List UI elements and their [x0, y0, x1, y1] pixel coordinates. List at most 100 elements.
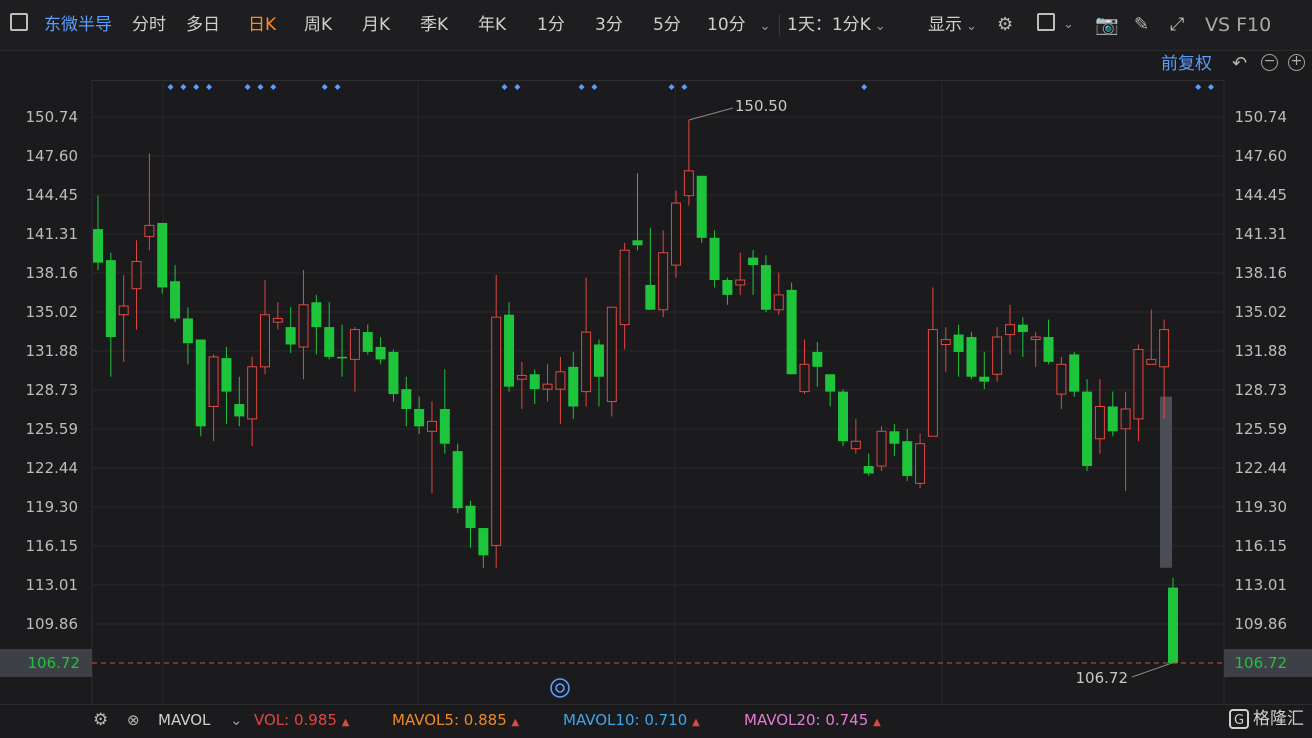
f10-button[interactable]: VS F10	[1205, 0, 1271, 50]
candle-body[interactable]	[426, 420, 437, 432]
undo-icon[interactable]: ↶	[1232, 50, 1247, 78]
candle-body[interactable]	[722, 279, 733, 295]
sidebar-toggle-icon[interactable]	[10, 13, 28, 31]
candle-body[interactable]	[876, 430, 887, 467]
candle-body[interactable]	[902, 441, 913, 476]
stock-name[interactable]: 东微半导	[44, 0, 112, 50]
candle-body[interactable]	[889, 431, 900, 444]
candle-body[interactable]	[311, 302, 322, 328]
chevron-down-icon[interactable]: ⌄	[230, 705, 243, 736]
candle-body[interactable]	[337, 356, 348, 359]
candle-body[interactable]	[1082, 391, 1093, 467]
candle-body[interactable]	[157, 222, 168, 288]
tab-duori[interactable]: 多日	[186, 0, 220, 50]
candle-body[interactable]	[516, 374, 527, 380]
candle-body[interactable]	[915, 443, 926, 484]
candle-body[interactable]	[324, 327, 335, 357]
tab-10min[interactable]: 10分 ⌄	[707, 0, 771, 50]
candle-body[interactable]	[208, 356, 219, 407]
indicator-settings-icon[interactable]: ⚙	[93, 705, 108, 736]
candle-body[interactable]	[105, 260, 116, 338]
candle-body[interactable]	[992, 336, 1003, 375]
adjust-mode-button[interactable]: 前复权	[1161, 52, 1212, 76]
candle-body[interactable]	[1094, 405, 1105, 440]
indicator-name[interactable]: MAVOL	[158, 705, 210, 736]
candle-body[interactable]	[247, 366, 258, 420]
candle-body[interactable]	[799, 363, 810, 393]
candle-body[interactable]	[401, 389, 412, 409]
tab-monthly-k[interactable]: 月K	[362, 0, 390, 50]
candle-body[interactable]	[465, 505, 476, 529]
tab-yearly-k[interactable]: 年K	[478, 0, 506, 50]
candle-body[interactable]	[812, 351, 823, 367]
candle-body[interactable]	[131, 260, 142, 290]
candle-body[interactable]	[452, 451, 463, 509]
candle-body[interactable]	[349, 329, 360, 360]
candle-body[interactable]	[182, 318, 193, 344]
candle-body[interactable]	[375, 346, 386, 360]
candle-body[interactable]	[940, 339, 951, 345]
kline-chart[interactable]: 150.74 150.74 147.60 147.60 144.45 144.45 141.…	[0, 80, 1312, 704]
candle-body[interactable]	[195, 339, 206, 427]
tab-5min[interactable]: 5分	[653, 0, 681, 50]
candle-body[interactable]	[568, 366, 579, 407]
candle-body[interactable]	[491, 316, 502, 546]
zoom-in-icon[interactable]: +	[1288, 54, 1305, 71]
candle-body[interactable]	[1133, 348, 1144, 420]
candle-body[interactable]	[671, 202, 682, 266]
tab-quarterly-k[interactable]: 季K	[420, 0, 448, 50]
candle-body[interactable]	[979, 376, 990, 382]
candle-body[interactable]	[619, 249, 630, 326]
candle-body[interactable]	[953, 334, 964, 352]
candle-body[interactable]	[966, 337, 977, 377]
candle-body[interactable]	[773, 294, 784, 311]
candle-body[interactable]	[850, 440, 861, 450]
candle-body[interactable]	[1146, 358, 1157, 365]
candle-body[interactable]	[581, 331, 592, 393]
candle-body[interactable]	[504, 314, 515, 387]
candle-body[interactable]	[272, 317, 283, 323]
candle-body[interactable]	[259, 314, 270, 368]
candle-body[interactable]	[1004, 324, 1015, 336]
candle-body[interactable]	[593, 344, 604, 377]
pencil-icon[interactable]: ✎	[1134, 0, 1149, 50]
candle-body[interactable]	[1030, 336, 1041, 341]
candle-body[interactable]	[709, 237, 720, 280]
candle-body[interactable]	[735, 279, 746, 286]
candle-body[interactable]	[221, 358, 232, 392]
tab-weekly-k[interactable]: 周K	[304, 0, 332, 50]
candle-body[interactable]	[1107, 406, 1118, 432]
multi-day-selector[interactable]: 1天：1分K ⌄	[787, 0, 886, 50]
candle-body[interactable]	[1159, 329, 1170, 368]
camera-icon[interactable]: 📷	[1095, 0, 1119, 50]
candle-body[interactable]	[1120, 408, 1131, 430]
fullscreen-icon[interactable]: ⤢	[1170, 0, 1184, 50]
candle-body[interactable]	[170, 281, 181, 319]
candle-body[interactable]	[696, 175, 707, 238]
candle-body[interactable]	[1168, 587, 1178, 663]
candle-body[interactable]	[1017, 324, 1028, 333]
candle-body[interactable]	[234, 404, 245, 417]
candle-body[interactable]	[93, 229, 103, 263]
candle-body[interactable]	[285, 327, 296, 345]
candle-body[interactable]	[555, 371, 566, 390]
candle-body[interactable]	[118, 305, 129, 316]
candle-body[interactable]	[606, 306, 617, 403]
zoom-out-icon[interactable]: −	[1261, 54, 1278, 71]
candle-body[interactable]	[144, 224, 155, 238]
close-indicator-icon[interactable]: ⊗	[127, 705, 140, 736]
tab-fenshi[interactable]: 分时	[132, 0, 166, 50]
candle-body[interactable]	[863, 466, 874, 474]
candle-body[interactable]	[439, 408, 450, 444]
candle-body[interactable]	[414, 408, 425, 427]
tab-daily-k[interactable]: 日K	[248, 0, 276, 50]
candle-body[interactable]	[542, 383, 553, 390]
chevron-down-icon[interactable]: ⌄	[1063, 17, 1074, 32]
candle-body[interactable]	[645, 284, 656, 310]
settings-gear-icon[interactable]: ⚙	[997, 0, 1013, 50]
candle-body[interactable]	[298, 304, 309, 348]
display-menu[interactable]: 显示 ⌄	[928, 0, 977, 50]
candle-body[interactable]	[1043, 337, 1054, 362]
candle-body[interactable]	[760, 265, 771, 310]
candle-body[interactable]	[529, 374, 540, 390]
